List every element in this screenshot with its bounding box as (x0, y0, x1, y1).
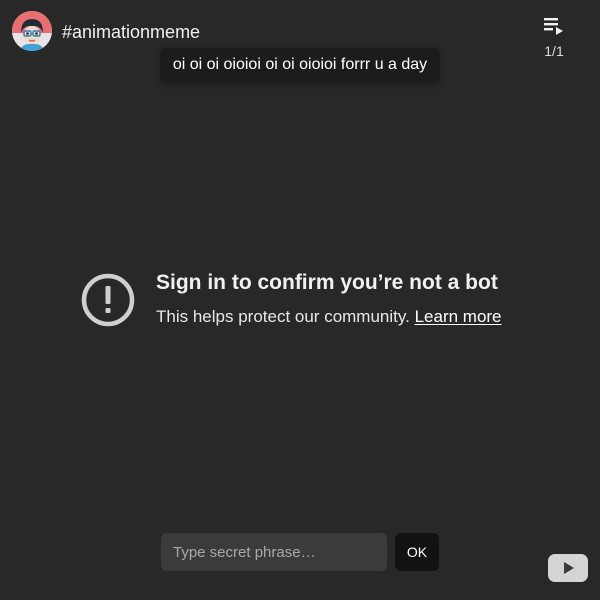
error-message-text: This helps protect our community. (156, 307, 410, 326)
error-message: This helps protect our community. Learn … (156, 306, 502, 328)
learn-more-link[interactable]: Learn more (415, 307, 502, 326)
playlist-icon (544, 18, 563, 35)
channel-avatar[interactable] (12, 11, 52, 51)
error-exclamation-icon (81, 273, 135, 327)
secret-phrase-input[interactable] (161, 533, 387, 571)
youtube-logo-icon[interactable] (548, 554, 588, 582)
playlist-button[interactable]: 1/1 (532, 12, 576, 62)
playlist-count: 1/1 (544, 43, 564, 59)
video-title-tooltip: oi oi oi oioioi oi oi oioioi forrr u a d… (160, 48, 440, 82)
error-title: Sign in to confirm you’re not a bot (156, 271, 498, 294)
avatar-image (12, 11, 52, 51)
channel-title[interactable]: #animationmeme (62, 21, 200, 43)
ok-button[interactable]: OK (395, 533, 439, 571)
